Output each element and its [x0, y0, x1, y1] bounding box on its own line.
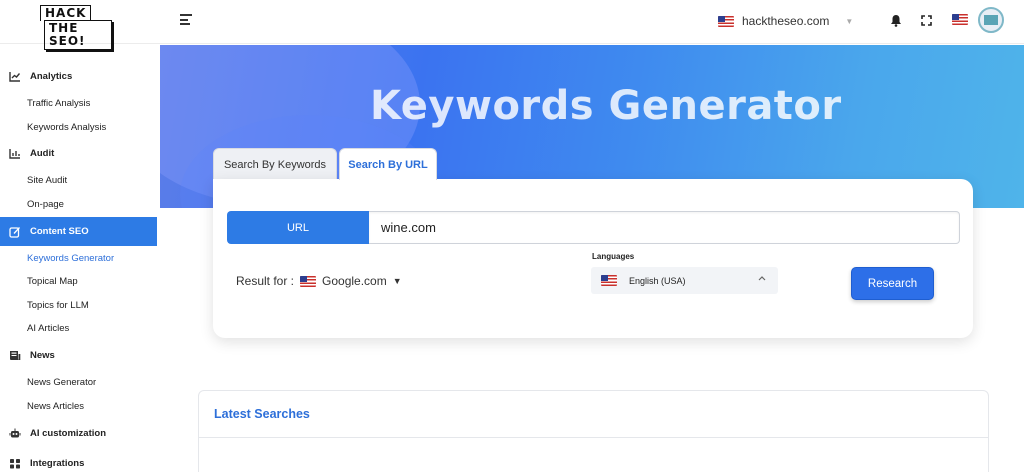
languages-label: Languages [592, 252, 635, 261]
robot-icon [9, 427, 21, 439]
top-header: HACK THE SEO! hacktheseo.com ▼ [0, 0, 1024, 50]
sidebar-section-label: Audit [30, 147, 55, 159]
sidebar-item-topics-for-llm[interactable]: Topics for LLM [27, 300, 89, 311]
url-mode-button[interactable]: URL [227, 211, 369, 244]
language-value: English (USA) [629, 275, 686, 286]
result-for-label: Result for : [236, 274, 295, 288]
sidebar-section-label: News [30, 349, 55, 361]
search-card: URL Result for : Google.com ▼ Languages … [213, 179, 973, 338]
integrations-icon [9, 457, 21, 469]
site-selector[interactable]: hacktheseo.com ▼ [718, 12, 853, 30]
language-select[interactable]: English (USA) [591, 267, 778, 294]
sidebar-item-keywords-generator[interactable]: Keywords Generator [27, 253, 114, 264]
bar-chart-icon [9, 147, 21, 159]
sidebar-section-label: Integrations [30, 457, 85, 469]
sidebar-section-ai-customization[interactable]: AI customization [0, 420, 157, 446]
page-title: Keywords Generator [370, 83, 842, 129]
sidebar-section-content-seo[interactable]: Content SEO [0, 217, 157, 246]
newspaper-icon [9, 349, 21, 361]
sidebar-item-topical-map[interactable]: Topical Map [27, 276, 78, 287]
search-engine-dropdown[interactable]: Google.com ▼ [300, 274, 402, 288]
sidebar-item-traffic-analysis[interactable]: Traffic Analysis [27, 98, 90, 109]
sidebar-section-news[interactable]: News [0, 342, 157, 368]
sidebar-item-site-audit[interactable]: Site Audit [27, 175, 67, 186]
url-input[interactable] [369, 211, 960, 244]
notification-bell-icon[interactable] [888, 12, 904, 28]
chevron-up-icon [758, 274, 766, 283]
logo-line1: HACK [40, 5, 92, 21]
user-avatar[interactable] [978, 7, 1004, 33]
sidebar-section-audit[interactable]: Audit [0, 140, 157, 166]
sidebar-item-on-page[interactable]: On-page [27, 199, 64, 210]
latest-searches-panel: Latest Searches [198, 390, 989, 472]
sidebar-section-analytics[interactable]: Analytics [0, 63, 157, 89]
fullscreen-icon[interactable] [918, 12, 934, 28]
latest-searches-title: Latest Searches [214, 407, 310, 421]
menu-toggle-icon[interactable] [180, 14, 192, 26]
sidebar-section-label: AI customization [30, 427, 107, 439]
us-flag-icon [300, 275, 317, 287]
language-flag-icon[interactable] [952, 14, 968, 25]
sidebar-section-label: Analytics [30, 70, 73, 82]
caret-down-icon: ▼ [392, 276, 402, 286]
sidebar-item-ai-articles[interactable]: AI Articles [27, 323, 69, 334]
sidebar-item-news-generator[interactable]: News Generator [27, 377, 96, 388]
logo-line2: THE SEO! [44, 20, 112, 50]
sidebar-section-label: Content SEO [30, 226, 89, 237]
hack-the-seo-logo[interactable]: HACK THE SEO! [38, 4, 112, 50]
us-flag-icon [718, 15, 734, 27]
tab-search-by-keywords[interactable]: Search By Keywords [213, 148, 337, 180]
sidebar-item-news-articles[interactable]: News Articles [27, 401, 84, 412]
chevron-down-icon: ▼ [845, 16, 854, 26]
site-name: hacktheseo.com [742, 14, 830, 28]
chart-line-icon [9, 70, 21, 82]
divider [199, 437, 988, 438]
us-flag-icon [601, 275, 617, 286]
tab-search-by-url[interactable]: Search By URL [339, 148, 437, 180]
sidebar: Analytics Traffic Analysis Keywords Anal… [0, 45, 160, 472]
sidebar-item-keywords-analysis[interactable]: Keywords Analysis [27, 122, 106, 133]
research-button[interactable]: Research [851, 267, 934, 300]
search-engine-value: Google.com [322, 274, 387, 288]
edit-icon [9, 226, 21, 238]
result-for-row: Result for : Google.com ▼ [236, 274, 402, 288]
sidebar-section-integrations[interactable]: Integrations [0, 450, 157, 472]
